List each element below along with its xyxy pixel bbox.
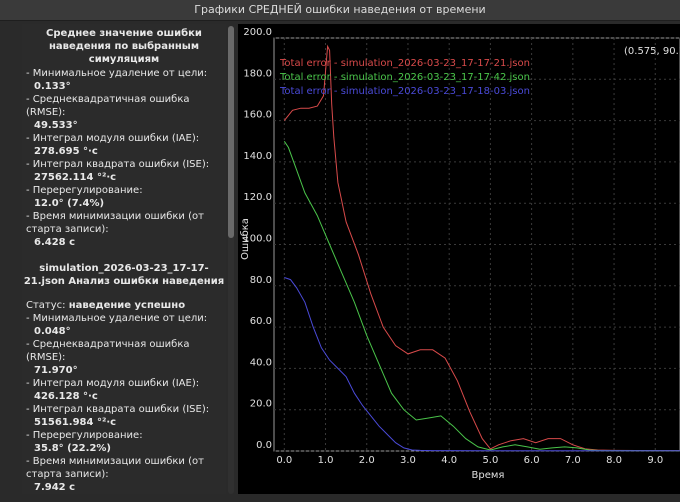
summary-metric-value: 6.428 с (34, 237, 76, 248)
summary-metric-label: - Среднеквадратичная ошибка (RMSE): (26, 94, 190, 118)
x-tick-label: 1.0 (318, 455, 334, 466)
x-tick-label: 6.0 (524, 455, 540, 466)
sim-metric-value: 51561.984 °²·c (34, 417, 117, 428)
summary-list: - Минимальное удаление от цели: 0.133° - С… (22, 67, 226, 249)
x-tick-label: 3.0 (400, 455, 416, 466)
summary-metric-label: - Время минимизации ошибки (от старта за… (26, 211, 204, 235)
series-line-2 (283, 141, 680, 452)
analysis-panel[interactable]: Среднее значение ошибки наведения по выб… (22, 24, 226, 494)
sim-metric-value: 35.8° (22.2%) (34, 443, 111, 454)
summary-header: Среднее значение ошибки наведения по выб… (46, 28, 202, 65)
x-tick-label: 4.0 (441, 455, 457, 466)
legend-entry-1[interactable]: Total error - simulation_2026-03-23_17-1… (279, 58, 530, 69)
sim-metric-label: - Интеграл квадрата ошибки (ISE): (26, 404, 210, 415)
legend-entry-2[interactable]: Total error - simulation_2026-03-23_17-1… (279, 72, 530, 83)
status-line: Статус: наведение успешно (26, 299, 226, 312)
sim-metric-label: - Перерегулирование: (26, 430, 143, 441)
y-tick-label: 200.0 (243, 27, 272, 38)
coord-readout: (0.575, 90.10 (624, 46, 680, 57)
summary-metric-value: 49.533° (34, 120, 78, 131)
sim-metric-label: - Минимальное удаление от цели: (26, 313, 208, 324)
sim-metric-value: 0.048° (34, 326, 71, 337)
sidebar-scrollbar-handle[interactable] (228, 26, 234, 238)
y-tick-label: 40.0 (250, 357, 272, 368)
sim-metric-value: 71.970° (34, 365, 78, 376)
status-value: наведение успешно (68, 300, 186, 311)
x-tick-label: 0.0 (276, 455, 292, 466)
summary-metric-label: - Минимальное удаление от цели: (26, 68, 208, 79)
summary-metric-label: - Интеграл модуля ошибки (IAE): (26, 133, 200, 144)
status-label: Статус: (26, 300, 66, 311)
y-tick-label: 0.0 (256, 440, 272, 451)
y-tick-label: 120.0 (243, 192, 272, 203)
plot-area[interactable]: (0.575, 90.10 Время Ошибка 0.01.02.03.04… (238, 24, 680, 494)
series-line-3 (284, 277, 680, 452)
legend-entry-3[interactable]: Total error - simulation_2026-03-23_17-1… (279, 86, 530, 97)
y-tick-label: 160.0 (243, 110, 272, 121)
summary-metric-value: 27562.114 °²·c (34, 172, 117, 183)
y-tick-label: 180.0 (243, 68, 272, 79)
simulation-header: simulation_2026-03-23_17-17-21.json Анал… (23, 263, 225, 287)
summary-metric-label: - Перерегулирование: (26, 185, 143, 196)
summary-metric-value: 0.133° (34, 81, 71, 92)
sim-metric-label: - Время минимизации ошибки (от старта за… (26, 456, 204, 480)
sim-metric-label: - Интеграл модуля ошибки (IAE): (26, 378, 200, 389)
sim-metric-value: 426.128 °·c (34, 391, 98, 402)
sim-metric-label: - Среднеквадратичная ошибка (RMSE): (26, 339, 190, 363)
summary-metric-value: 12.0° (7.4%) (34, 198, 105, 209)
summary-metric-label: - Интеграл квадрата ошибки (ISE): (26, 159, 210, 170)
summary-metric-value: 278.695 °·c (34, 146, 98, 157)
x-tick-label: 7.0 (565, 455, 581, 466)
y-tick-label: 140.0 (243, 151, 272, 162)
x-tick-label: 9.0 (647, 455, 663, 466)
y-tick-label: 20.0 (250, 399, 272, 410)
error-chart[interactable]: (0.575, 90.10 Время Ошибка 0.01.02.03.04… (238, 24, 680, 494)
x-axis-label: Время (472, 470, 505, 481)
y-tick-label: 60.0 (250, 316, 272, 327)
y-tick-label: 80.0 (250, 275, 272, 286)
window-title: Графики СРЕДНЕЙ ошибки наведения от врем… (0, 0, 680, 21)
x-tick-label: 2.0 (359, 455, 375, 466)
series-line-1 (283, 44, 680, 452)
y-tick-label: 100.0 (243, 234, 272, 245)
x-tick-label: 5.0 (482, 455, 498, 466)
simulation-metrics-list: - Минимальное удаление от цели: 0.048° - С… (22, 312, 226, 494)
x-tick-label: 8.0 (606, 455, 622, 466)
sim-metric-value: 7.942 с (34, 482, 76, 493)
